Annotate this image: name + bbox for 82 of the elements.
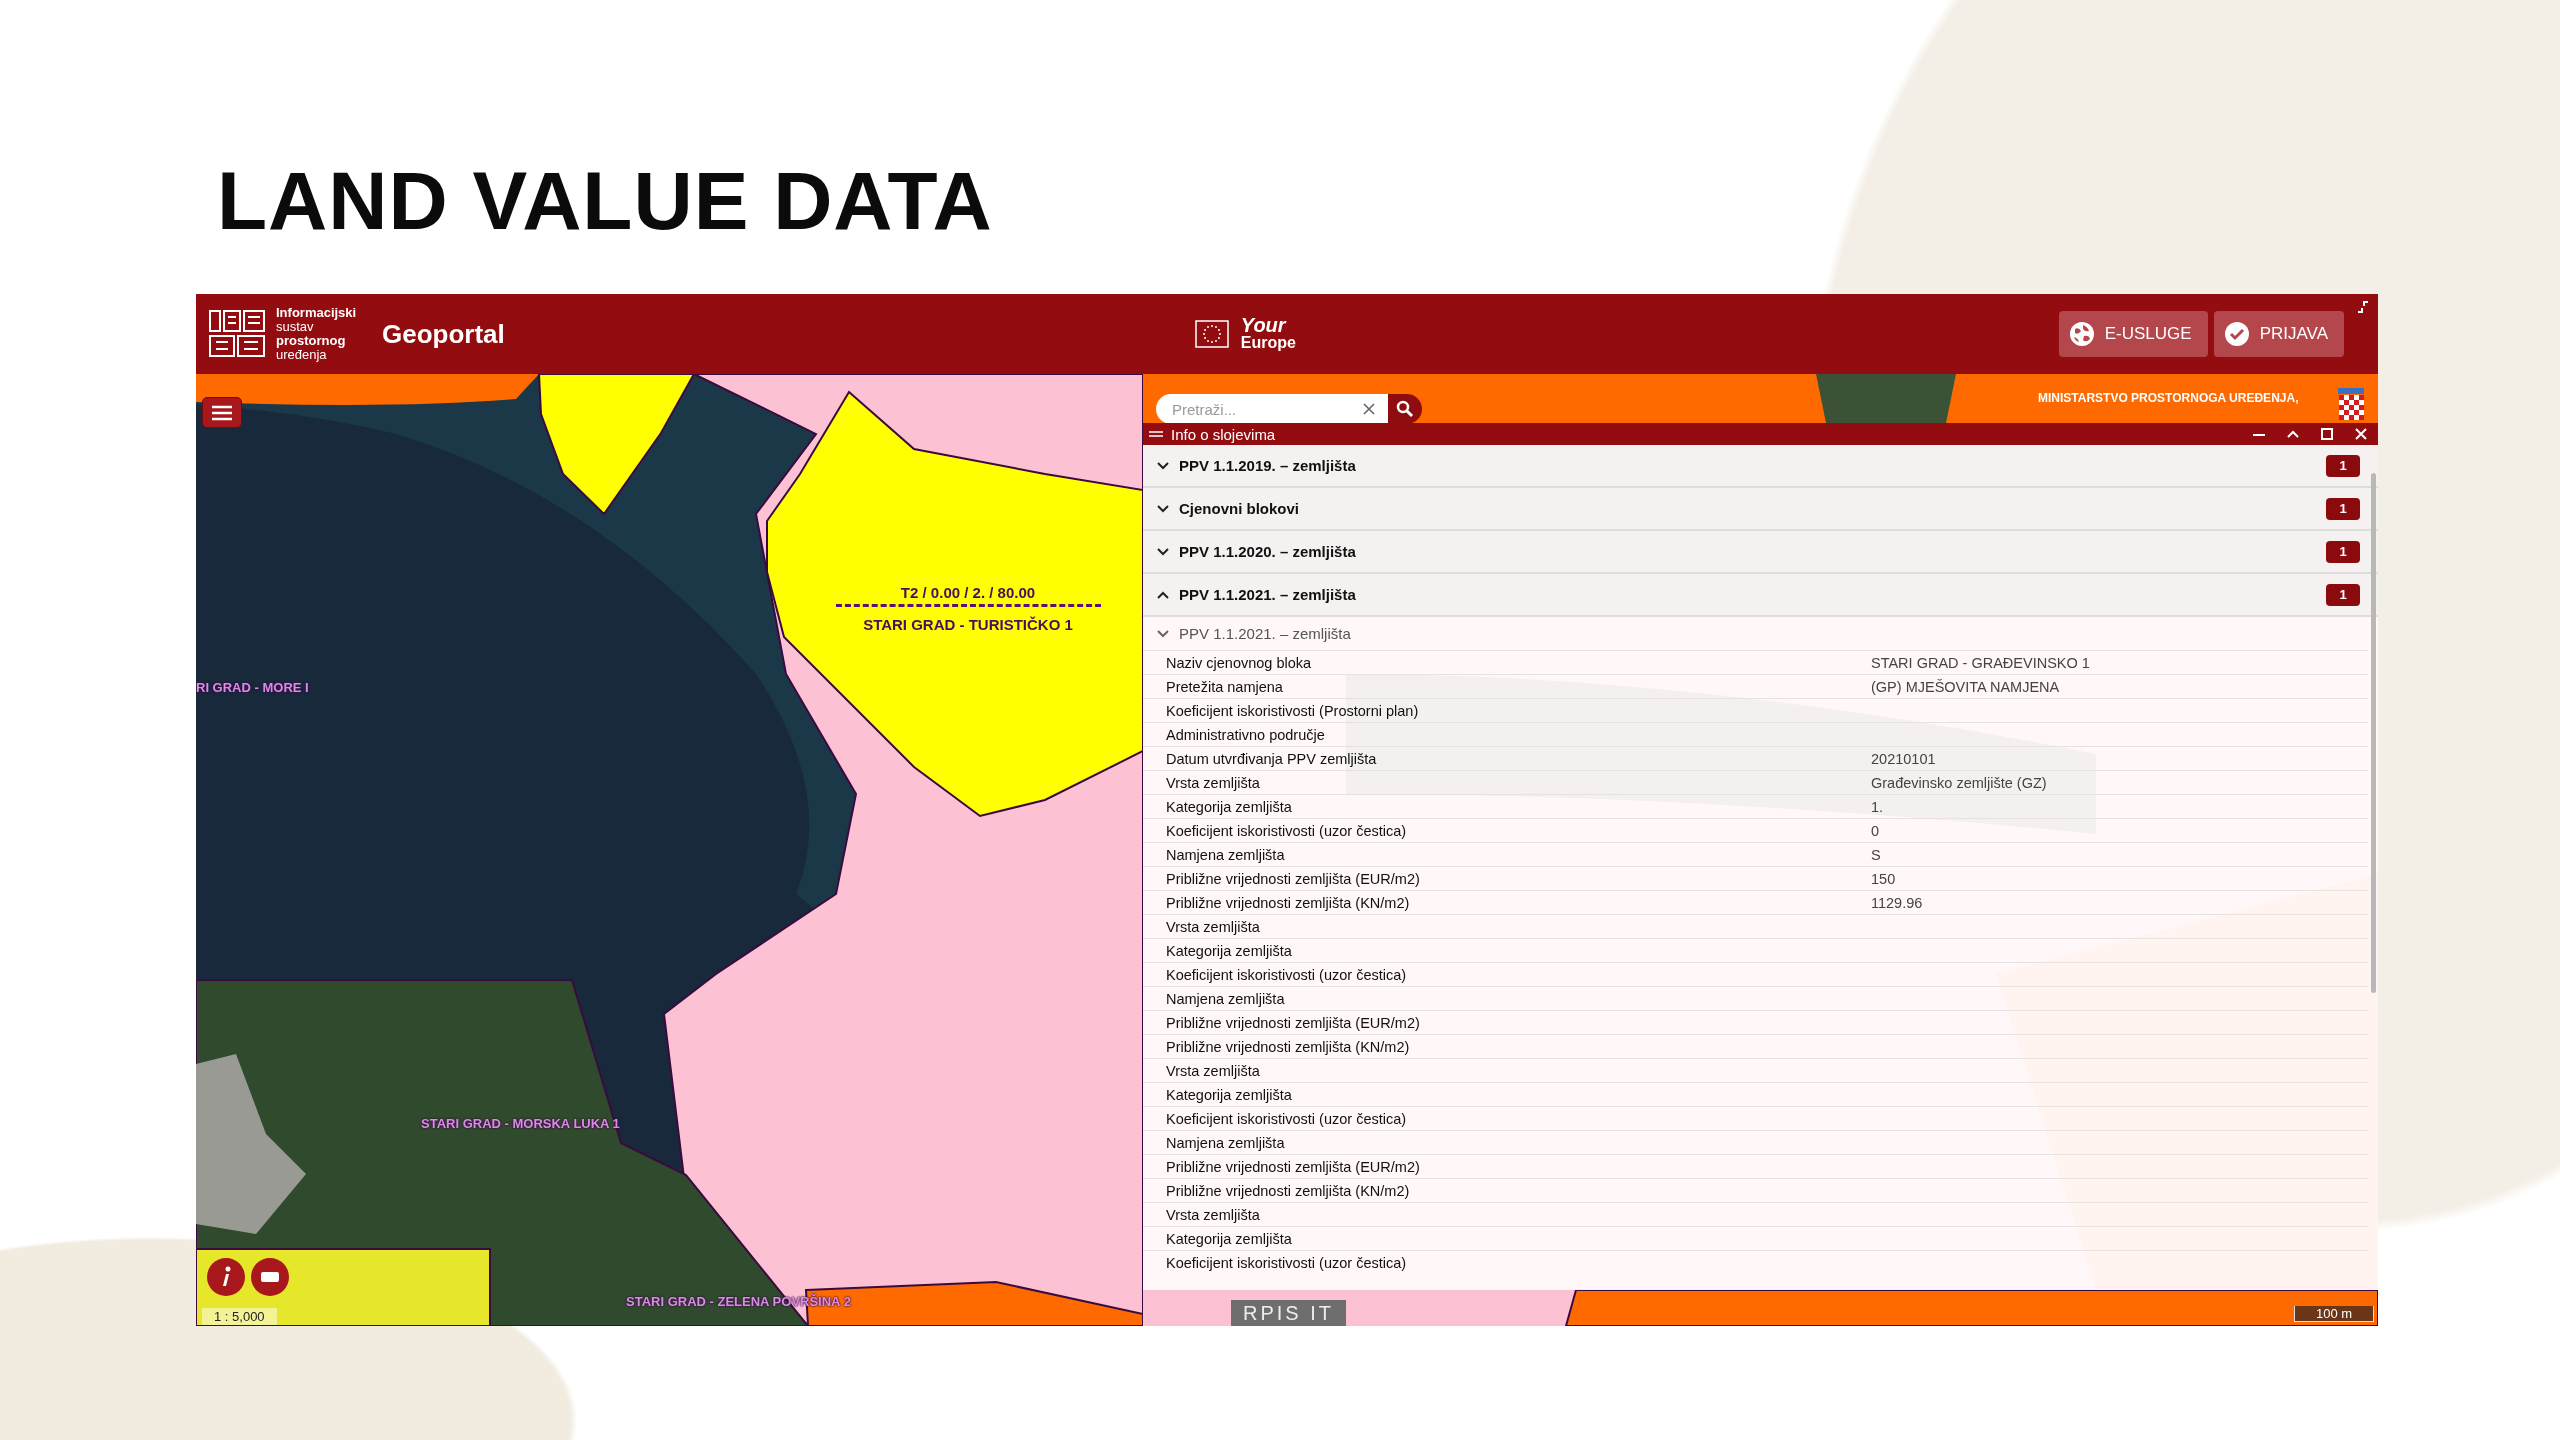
layer-section[interactable]: Cjenovni blokovi 1: [1143, 488, 2378, 531]
check-circle-icon: [2223, 321, 2250, 347]
attribute-label: Vrsta zemljišta: [1166, 918, 1261, 935]
header-button[interactable]: E-USLUGE: [2058, 311, 2208, 357]
attribute-label: Koeficijent iskoristivosti (uzor čestica): [1166, 822, 1408, 839]
maximize-icon[interactable]: [2320, 427, 2334, 441]
attribute-label: Vrsta zemljišta: [1166, 1206, 1261, 1223]
scale-bar: 100 m: [2294, 1306, 2374, 1322]
eu-flag-icon: [1194, 320, 1229, 348]
scale-text: 1 : 5,000: [202, 1308, 277, 1325]
count-badge: 1: [2326, 583, 2360, 606]
attribute-label: Administrativno područje: [1166, 726, 1326, 743]
section-title: PPV 1.1.2019. – zemljišta: [1179, 457, 1357, 474]
attribute-label: Približne vrijednosti zemljišta (EUR/m2): [1166, 870, 1421, 887]
count-badge: 1: [2326, 540, 2360, 563]
attribute-value: 20210101: [1871, 750, 1937, 767]
attribute-label: Pretežita namjena: [1166, 678, 1284, 695]
layer-section[interactable]: PPV 1.1.2019. – zemljišta 1: [1143, 445, 2378, 488]
map-label: STARI GRAD - MORSKA LUKA 1: [421, 1116, 620, 1131]
search-field[interactable]: Pretraži...: [1156, 394, 1388, 424]
attribute-label: Kategorija zemljišta: [1166, 798, 1293, 815]
map-label: STARI GRAD - ZELENA POVRŠINA 2: [626, 1294, 851, 1309]
panel-title: Info o slojevima: [1171, 425, 1277, 443]
attribute-label: Namjena zemljišta: [1166, 990, 1286, 1007]
section-title: PPV 1.1.2021. – zemljišta: [1179, 586, 1357, 603]
layer-section[interactable]: PPV 1.1.2021. – zemljišta 1: [1143, 574, 2378, 617]
map-label: STARI GRAD - TURISTIČKO 1: [863, 616, 1073, 633]
attribute-label: Približne vrijednosti zemljišta (EUR/m2): [1166, 1158, 1421, 1175]
attribute-label: Kategorija zemljišta: [1166, 1230, 1293, 1247]
menu-icon: [211, 404, 233, 421]
attribute-label: Datum utvrđivanja PPV zemljišta: [1166, 750, 1378, 767]
attribute-label: Približne vrijednosti zemljišta (KN/m2): [1166, 894, 1411, 911]
attribute-label: Koeficijent iskoristivosti (uzor čestica): [1166, 1254, 1408, 1271]
section-title: PPV 1.1.2020. – zemljišta: [1179, 543, 1357, 560]
close-icon[interactable]: [1362, 402, 1376, 416]
menu-icon[interactable]: [1149, 429, 1163, 439]
attribute-value: 150: [1871, 870, 1897, 887]
coat-of-arms-icon: [2336, 386, 2366, 420]
logo-text: Informacijski sustav prostornog uređenja: [276, 306, 357, 362]
scrollbar[interactable]: [2371, 473, 2376, 993]
chevron-down-icon: [1157, 629, 1169, 638]
count-badge: 1: [2326, 497, 2360, 520]
attribute-value: 0: [1871, 822, 1881, 839]
slide-title: LAND VALUE DATA: [217, 160, 994, 242]
footer-logo: RPIS IT: [1231, 1300, 1346, 1326]
subsection-header[interactable]: PPV 1.1.2021. – zemljišta: [1143, 617, 2378, 650]
section-title: Cjenovni blokovi: [1179, 500, 1300, 517]
ministry-name: MINISTARSTVO PROSTORNOGA UREĐENJA,: [2038, 391, 2299, 405]
attribute-label: Približne vrijednosti zemljišta (EUR/m2): [1166, 1014, 1421, 1031]
attribute-label: Vrsta zemljišta: [1166, 774, 1261, 791]
attribute-label: Namjena zemljišta: [1166, 1134, 1286, 1151]
eu-badge-text: Europe: [1240, 334, 1296, 352]
attribute-value: STARI GRAD - GRAĐEVINSKO 1: [1871, 654, 2091, 671]
attribute-value: (GP) MJEŠOVITA NAMJENA: [1871, 678, 2061, 695]
attribute-label: Naziv cjenovnog bloka: [1166, 654, 1313, 671]
map-label: RI GRAD - MORE I: [196, 680, 309, 695]
map-label: T2 / 0.00 / 2. / 80.00: [900, 584, 1036, 601]
search-button[interactable]: [1388, 394, 1422, 424]
attribute-label: Namjena zemljišta: [1166, 846, 1286, 863]
header-button[interactable]: PRIJAVA: [2213, 311, 2344, 357]
count-badge: 1: [2326, 454, 2360, 477]
attribute-label: Približne vrijednosti zemljišta (KN/m2): [1166, 1038, 1411, 1055]
attribute-value: Građevinsko zemljište (GZ): [1871, 774, 2048, 791]
attribute-value: S: [1871, 846, 1882, 863]
logo-icon: [208, 309, 266, 359]
app-name: Geoportal: [382, 318, 505, 350]
subsection-title: PPV 1.1.2021. – zemljišta: [1179, 625, 1351, 642]
attribute-value: 1129.96: [1871, 894, 1924, 911]
attribute-label: Kategorija zemljišta: [1166, 1086, 1293, 1103]
attribute-label: Koeficijent iskoristivosti (uzor čestica): [1166, 966, 1408, 983]
search-icon: [1396, 400, 1414, 418]
menu-button[interactable]: [202, 397, 242, 428]
globe-icon: [2068, 321, 2095, 347]
layer-section[interactable]: PPV 1.1.2020. – zemljišta 1: [1143, 531, 2378, 574]
attribute-label: Približne vrijednosti zemljišta (KN/m2): [1166, 1182, 1411, 1199]
attribute-value: 1.: [1871, 798, 1885, 815]
attribute-label: Koeficijent iskoristivosti (Prostorni plan): [1166, 702, 1420, 719]
attribute-label: Vrsta zemljišta: [1166, 1062, 1261, 1079]
attribute-label: Kategorija zemljišta: [1166, 942, 1293, 959]
attribute-label: Koeficijent iskoristivosti (uzor čestica): [1166, 1110, 1408, 1127]
collapse-icon[interactable]: [2356, 300, 2370, 314]
eu-badge-text: Your: [1240, 316, 1288, 334]
